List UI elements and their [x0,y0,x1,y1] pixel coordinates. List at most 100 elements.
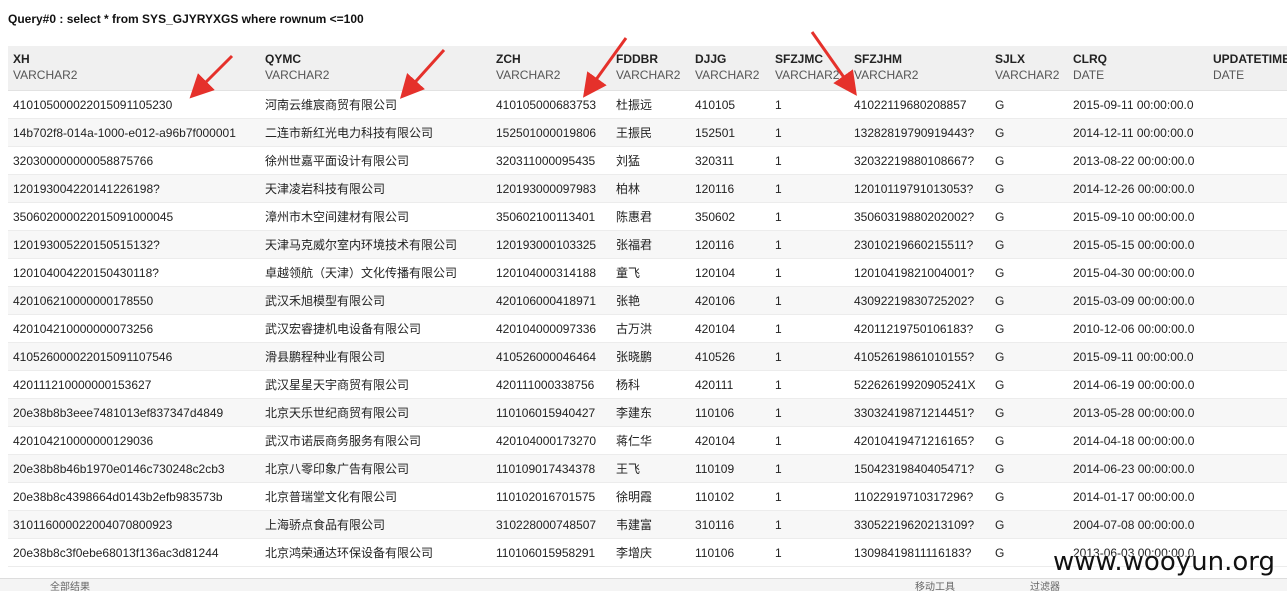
cell-sfzjmc[interactable]: 1 [770,510,849,539]
cell-sjlx[interactable]: G [990,426,1068,455]
cell-qymc[interactable]: 北京普瑞堂文化有限公司 [260,482,491,511]
cell-clrq[interactable]: 2004-07-08 00:00:00.0 [1068,510,1208,539]
cell-updatetime[interactable] [1208,398,1287,427]
cell-sfzjhm[interactable]: 32032219880108667? [849,146,990,175]
cell-fddbr[interactable]: 杜振远 [611,90,690,119]
cell-sfzjmc[interactable]: 1 [770,230,849,259]
cell-sjlx[interactable]: G [990,118,1068,147]
cell-sjlx[interactable]: G [990,454,1068,483]
cell-updatetime[interactable] [1208,202,1287,231]
cell-zch[interactable]: 420104000173270 [491,426,611,455]
table-row[interactable]: 310116000022004070800923 上海骄点食品有限公司 310228… [8,510,1287,539]
cell-updatetime[interactable] [1208,286,1287,315]
cell-fddbr[interactable]: 陈惠君 [611,202,690,231]
cell-sfzjhm[interactable]: 11022919710317296? [849,482,990,511]
cell-qymc[interactable]: 徐州世嘉平面设计有限公司 [260,146,491,175]
cell-xh[interactable]: 410105000022015091105230 [8,90,260,119]
cell-xh[interactable]: 120104004220150430118? [8,258,260,287]
cell-clrq[interactable]: 2014-12-11 00:00:00.0 [1068,118,1208,147]
cell-sfzjmc[interactable]: 1 [770,118,849,147]
column-header-xh[interactable]: XH VARCHAR2 [8,46,260,91]
cell-fddbr[interactable]: 王振民 [611,118,690,147]
cell-sjlx[interactable]: G [990,230,1068,259]
cell-sfzjhm[interactable]: 41022119680208857 [849,90,990,119]
cell-sjlx[interactable]: G [990,370,1068,399]
cell-qymc[interactable]: 滑县鹏程种业有限公司 [260,342,491,371]
cell-updatetime[interactable] [1208,230,1287,259]
cell-zch[interactable]: 110106015940427 [491,398,611,427]
cell-fddbr[interactable]: 张福君 [611,230,690,259]
cell-djjg[interactable]: 420104 [690,314,770,343]
cell-sjlx[interactable]: G [990,482,1068,511]
cell-updatetime[interactable] [1208,426,1287,455]
cell-updatetime[interactable] [1208,314,1287,343]
cell-xh[interactable]: 320300000000058875766 [8,146,260,175]
cell-sjlx[interactable]: G [990,510,1068,539]
cell-sfzjhm[interactable]: 33032419871214451? [849,398,990,427]
cell-sfzjmc[interactable]: 1 [770,538,849,567]
cell-sfzjhm[interactable]: 15042319840405471? [849,454,990,483]
cell-clrq[interactable]: 2014-06-23 00:00:00.0 [1068,454,1208,483]
cell-xh[interactable]: 420104210000000129036 [8,426,260,455]
cell-sfzjhm[interactable]: 33052219620213109? [849,510,990,539]
cell-sfzjmc[interactable]: 1 [770,146,849,175]
cell-updatetime[interactable] [1208,482,1287,511]
cell-clrq[interactable]: 2014-01-17 00:00:00.0 [1068,482,1208,511]
cell-djjg[interactable]: 410105 [690,90,770,119]
cell-xh[interactable]: 20e38b8c4398664d0143b2efb983573b [8,482,260,511]
cell-fddbr[interactable]: 张艳 [611,286,690,315]
cell-sfzjmc[interactable]: 1 [770,454,849,483]
cell-qymc[interactable]: 卓越领航（天津）文化传播有限公司 [260,258,491,287]
cell-qymc[interactable]: 北京八零印象广告有限公司 [260,454,491,483]
cell-djjg[interactable]: 120104 [690,258,770,287]
cell-xh[interactable]: 410526000022015091107546 [8,342,260,371]
cell-sjlx[interactable]: G [990,286,1068,315]
cell-zch[interactable]: 350602100113401 [491,202,611,231]
cell-updatetime[interactable] [1208,174,1287,203]
cell-sfzjhm[interactable]: 42011219750106183? [849,314,990,343]
cell-clrq[interactable]: 2015-09-11 00:00:00.0 [1068,342,1208,371]
cell-zch[interactable]: 110102016701575 [491,482,611,511]
cell-qymc[interactable]: 漳州市木空间建材有限公司 [260,202,491,231]
cell-qymc[interactable]: 武汉星星天宇商贸有限公司 [260,370,491,399]
cell-xh[interactable]: 420104210000000073256 [8,314,260,343]
column-header-updatetime[interactable]: UPDATETIME DATE [1208,46,1287,91]
column-header-zch[interactable]: ZCH VARCHAR2 [491,46,611,91]
table-row[interactable]: 14b702f8-014a-1000-e012-a96b7f000001 二连市新… [8,118,1287,147]
cell-xh[interactable]: 20e38b8b3eee7481013ef837347d4849 [8,398,260,427]
cell-zch[interactable]: 410526000046464 [491,342,611,371]
cell-xh[interactable]: 120193004220141226198? [8,174,260,203]
cell-djjg[interactable]: 410526 [690,342,770,371]
column-header-sfzjmc[interactable]: SFZJMC VARCHAR2 [770,46,849,91]
cell-updatetime[interactable] [1208,510,1287,539]
cell-fddbr[interactable]: 童飞 [611,258,690,287]
cell-clrq[interactable]: 2013-08-22 00:00:00.0 [1068,146,1208,175]
cell-updatetime[interactable] [1208,146,1287,175]
column-header-djjg[interactable]: DJJG VARCHAR2 [690,46,770,91]
cell-updatetime[interactable] [1208,118,1287,147]
cell-fddbr[interactable]: 古万洪 [611,314,690,343]
cell-sfzjhm[interactable]: 41052619861010155? [849,342,990,371]
cell-clrq[interactable]: 2015-03-09 00:00:00.0 [1068,286,1208,315]
column-header-fddbr[interactable]: FDDBR VARCHAR2 [611,46,690,91]
cell-xh[interactable]: 420106210000000178550 [8,286,260,315]
cell-qymc[interactable]: 北京鸿荣通达环保设备有限公司 [260,538,491,567]
cell-xh[interactable]: 14b702f8-014a-1000-e012-a96b7f000001 [8,118,260,147]
table-row[interactable]: 120104004220150430118? 卓越领航（天津）文化传播有限公司 12… [8,258,1287,287]
cell-sfzjmc[interactable]: 1 [770,258,849,287]
column-header-clrq[interactable]: CLRQ DATE [1068,46,1208,91]
cell-sfzjhm[interactable]: 35060319880202002? [849,202,990,231]
cell-clrq[interactable]: 2013-05-28 00:00:00.0 [1068,398,1208,427]
cell-clrq[interactable]: 2015-05-15 00:00:00.0 [1068,230,1208,259]
cell-djjg[interactable]: 320311 [690,146,770,175]
table-row[interactable]: 120193005220150515132? 天津马克威尔室内环境技术有限公司 12… [8,230,1287,259]
cell-sjlx[interactable]: G [990,342,1068,371]
cell-updatetime[interactable] [1208,90,1287,119]
cell-fddbr[interactable]: 柏林 [611,174,690,203]
cell-updatetime[interactable] [1208,342,1287,371]
table-row[interactable]: 350602000022015091000045 漳州市木空间建材有限公司 3506… [8,202,1287,231]
cell-djjg[interactable]: 152501 [690,118,770,147]
cell-sfzjhm[interactable]: 13098419811116183? [849,538,990,567]
cell-clrq[interactable]: 2015-09-11 00:00:00.0 [1068,90,1208,119]
cell-fddbr[interactable]: 刘猛 [611,146,690,175]
